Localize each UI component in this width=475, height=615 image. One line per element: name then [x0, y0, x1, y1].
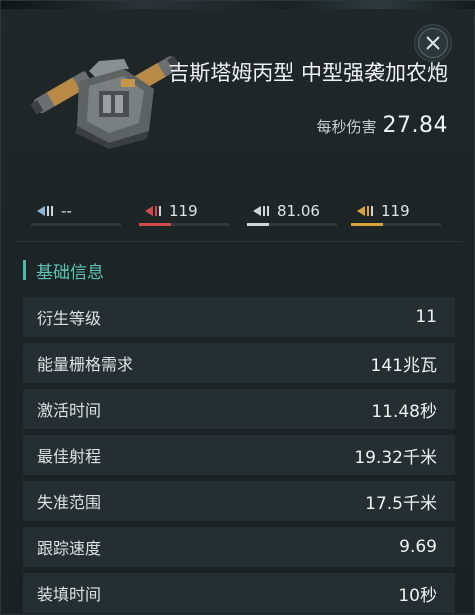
thermal-damage-icon [145, 206, 161, 216]
attribute-label: 衍生等级 [37, 309, 102, 328]
attribute-label: 装填时间 [37, 585, 102, 604]
attribute-label: 能量栅格需求 [37, 355, 134, 374]
thermal-damage: 119 [139, 201, 231, 231]
dps-value: 27.84 [382, 113, 448, 138]
attribute-value: 141兆瓦 [370, 355, 437, 376]
attribute-value: 19.32千米 [354, 447, 437, 468]
em-damage-icon [37, 206, 53, 216]
attribute-label: 跟踪速度 [37, 539, 102, 558]
kinetic-damage-value: 81.06 [277, 202, 320, 220]
attribute-value: 10秒 [398, 585, 437, 606]
dps-row: 每秒伤害 27.84 [317, 113, 449, 138]
top-band [1, 1, 475, 9]
attribute-row-meta-level[interactable]: 衍生等级 11 [23, 297, 455, 337]
attribute-row-tracking-speed[interactable]: 跟踪速度 9.69 [23, 527, 455, 567]
attribute-row-reload-time[interactable]: 装填时间 10秒 [23, 573, 455, 613]
attribute-label: 激活时间 [37, 401, 102, 420]
kinetic-damage-icon [253, 206, 269, 216]
thermal-damage-value: 119 [169, 202, 198, 220]
section-header-basic-info[interactable]: 基础信息 [23, 259, 104, 283]
close-icon [418, 28, 448, 58]
attribute-row-optimal-range[interactable]: 最佳射程 19.32千米 [23, 435, 455, 475]
item-info-panel: 吉斯塔姆丙型 中型强袭加农炮 每秒伤害 27.84 -- 119 81.06 1… [0, 0, 475, 615]
attribute-row-powergrid[interactable]: 能量栅格需求 141兆瓦 [23, 343, 455, 383]
attribute-label: 失准范围 [37, 493, 102, 512]
attribute-value: 17.5千米 [365, 493, 437, 514]
attribute-list: 衍生等级 11 能量栅格需求 141兆瓦 激活时间 11.48秒 最佳射程 19… [23, 297, 455, 615]
attribute-value: 11.48秒 [371, 401, 437, 422]
close-button[interactable] [414, 24, 452, 62]
attribute-row-falloff[interactable]: 失准范围 17.5千米 [23, 481, 455, 521]
dps-label: 每秒伤害 [316, 118, 377, 136]
section-title: 基础信息 [36, 262, 104, 283]
attribute-label: 最佳射程 [37, 447, 102, 466]
em-damage-value: -- [61, 202, 72, 220]
attribute-row-activation-time[interactable]: 激活时间 11.48秒 [23, 389, 455, 429]
em-damage: -- [31, 201, 123, 231]
explosive-damage: 119 [351, 201, 443, 231]
divider [15, 241, 462, 242]
attribute-value: 11 [415, 307, 437, 327]
item-title: 吉斯塔姆丙型 中型强袭加农炮 [168, 61, 448, 85]
kinetic-damage: 81.06 [247, 201, 339, 231]
attribute-value: 9.69 [399, 537, 437, 557]
section-accent [23, 260, 26, 280]
damage-breakdown: -- 119 81.06 119 [31, 201, 441, 231]
weapon-image [30, 55, 181, 149]
explosive-damage-icon [357, 206, 373, 216]
explosive-damage-value: 119 [381, 202, 410, 220]
